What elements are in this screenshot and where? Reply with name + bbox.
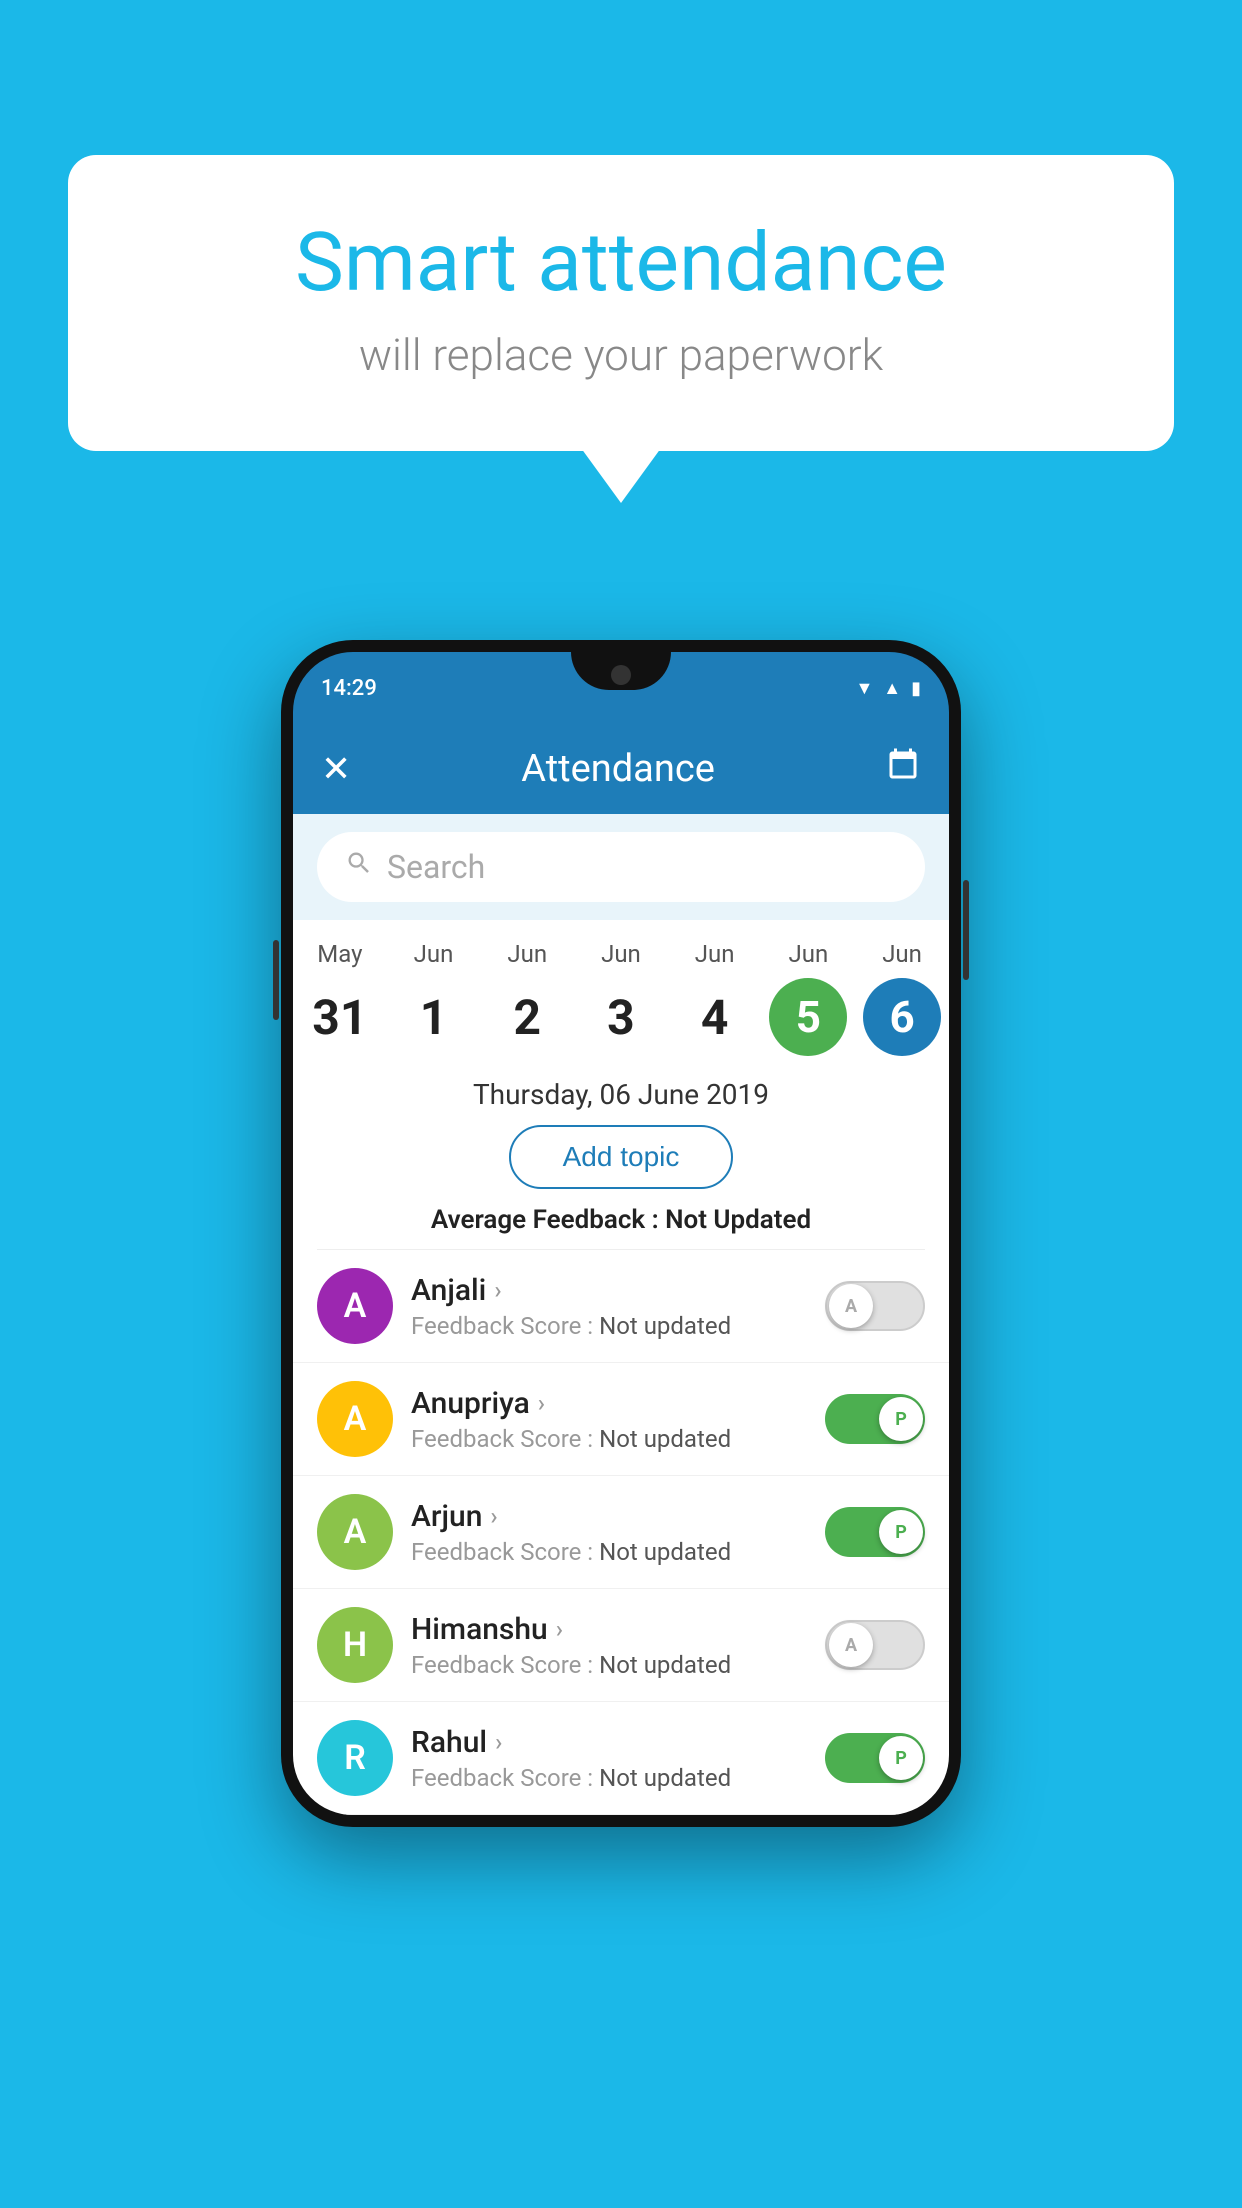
side-button-left	[273, 940, 279, 1020]
student-feedback: Feedback Score : Not updated	[411, 1538, 807, 1566]
student-avatar: A	[317, 1268, 393, 1344]
student-feedback: Feedback Score : Not updated	[411, 1312, 807, 1340]
date-month: Jun	[507, 940, 547, 968]
student-name: Arjun ›	[411, 1499, 807, 1534]
battery-icon: ▮	[911, 678, 921, 699]
date-number[interactable]: 3	[582, 978, 660, 1056]
toggle-knob: A	[829, 1623, 873, 1667]
attendance-toggle[interactable]: A	[825, 1281, 925, 1331]
date-number[interactable]: 4	[676, 978, 754, 1056]
date-item[interactable]: Jun 2	[483, 940, 571, 1056]
student-avatar: A	[317, 1381, 393, 1457]
attendance-toggle[interactable]: P	[825, 1733, 925, 1783]
date-number[interactable]: 6	[863, 978, 941, 1056]
search-bar[interactable]: Search	[317, 832, 925, 902]
chevron-right-icon: ›	[495, 1728, 502, 1756]
search-bar-container: Search	[293, 814, 949, 920]
chevron-right-icon: ›	[556, 1615, 563, 1643]
date-item[interactable]: May 31	[296, 940, 384, 1056]
student-info: Anjali › Feedback Score : Not updated	[411, 1273, 807, 1340]
signal-icon: ▲	[883, 678, 901, 699]
student-feedback: Feedback Score : Not updated	[411, 1764, 807, 1792]
wifi-icon: ▼	[855, 678, 873, 699]
avg-feedback: Average Feedback : Not Updated	[293, 1205, 949, 1249]
notch	[571, 652, 671, 690]
student-name: Anjali ›	[411, 1273, 807, 1308]
student-name: Anupriya ›	[411, 1386, 807, 1421]
date-item[interactable]: Jun 6	[858, 940, 946, 1056]
date-month: Jun	[414, 940, 454, 968]
student-info: Anupriya › Feedback Score : Not updated	[411, 1386, 807, 1453]
student-item[interactable]: H Himanshu › Feedback Score : Not updated A	[293, 1589, 949, 1702]
date-number[interactable]: 5	[769, 978, 847, 1056]
student-name: Himanshu ›	[411, 1612, 807, 1647]
search-input-placeholder: Search	[387, 848, 485, 886]
date-month: Jun	[601, 940, 641, 968]
attendance-toggle[interactable]: P	[825, 1394, 925, 1444]
student-name: Rahul ›	[411, 1725, 807, 1760]
student-item[interactable]: A Anupriya › Feedback Score : Not updated P	[293, 1363, 949, 1476]
toggle-knob: P	[879, 1736, 923, 1780]
student-avatar: H	[317, 1607, 393, 1683]
speech-bubble: Smart attendance will replace your paper…	[68, 155, 1174, 451]
student-info: Himanshu › Feedback Score : Not updated	[411, 1612, 807, 1679]
toggle-knob: A	[829, 1284, 873, 1328]
speech-bubble-container: Smart attendance will replace your paper…	[68, 155, 1174, 451]
chevron-right-icon: ›	[538, 1389, 545, 1417]
date-item[interactable]: Jun 5	[764, 940, 852, 1056]
bubble-subtitle: will replace your paperwork	[148, 329, 1094, 381]
chevron-right-icon: ›	[490, 1502, 497, 1530]
avg-feedback-prefix: Average Feedback :	[431, 1205, 665, 1235]
phone-frame: 14:29 ▼ ▲ ▮ ✕ Attendance	[281, 640, 961, 1827]
status-icons: ▼ ▲ ▮	[855, 678, 921, 699]
date-item[interactable]: Jun 3	[577, 940, 665, 1056]
date-month: Jun	[788, 940, 828, 968]
add-topic-button[interactable]: Add topic	[509, 1125, 734, 1189]
student-info: Rahul › Feedback Score : Not updated	[411, 1725, 807, 1792]
status-bar: 14:29 ▼ ▲ ▮	[293, 652, 949, 724]
student-list: AAnjali ›Feedback Score : Not updatedAAA…	[293, 1250, 949, 1815]
toggle-knob: P	[879, 1510, 923, 1554]
date-number[interactable]: 31	[301, 978, 379, 1056]
student-avatar: R	[317, 1720, 393, 1796]
student-item[interactable]: A Anjali › Feedback Score : Not updated A	[293, 1250, 949, 1363]
attendance-toggle[interactable]: A	[825, 1620, 925, 1670]
close-button[interactable]: ✕	[321, 748, 351, 790]
student-avatar: A	[317, 1494, 393, 1570]
side-button-right	[963, 880, 969, 980]
date-number[interactable]: 1	[395, 978, 473, 1056]
date-strip: May 31 Jun 1 Jun 2 Jun 3 Jun 4 Jun 5 Jun 6	[293, 920, 949, 1068]
search-icon	[345, 849, 373, 885]
phone-screen: Search May 31 Jun 1 Jun 2 Jun 3 Jun 4 Jun 5 Jun 6 Thu…	[293, 814, 949, 1815]
date-item[interactable]: Jun 1	[390, 940, 478, 1056]
avg-feedback-value: Not Updated	[665, 1205, 811, 1235]
camera	[611, 665, 631, 685]
chevron-right-icon: ›	[494, 1276, 501, 1304]
status-time: 14:29	[321, 676, 377, 701]
student-feedback: Feedback Score : Not updated	[411, 1425, 807, 1453]
student-info: Arjun › Feedback Score : Not updated	[411, 1499, 807, 1566]
student-item[interactable]: R Rahul › Feedback Score : Not updated P	[293, 1702, 949, 1815]
phone-mockup: 14:29 ▼ ▲ ▮ ✕ Attendance	[281, 640, 961, 1827]
date-month: Jun	[882, 940, 922, 968]
student-item[interactable]: A Arjun › Feedback Score : Not updated P	[293, 1476, 949, 1589]
date-number[interactable]: 2	[488, 978, 566, 1056]
calendar-icon[interactable]	[885, 747, 921, 791]
date-month: May	[317, 940, 362, 968]
toggle-knob: P	[879, 1397, 923, 1441]
selected-date-label: Thursday, 06 June 2019	[293, 1068, 949, 1125]
attendance-toggle[interactable]: P	[825, 1507, 925, 1557]
bubble-title: Smart attendance	[148, 215, 1094, 311]
date-month: Jun	[695, 940, 735, 968]
app-header: ✕ Attendance	[293, 724, 949, 814]
page-title: Attendance	[521, 747, 715, 791]
student-feedback: Feedback Score : Not updated	[411, 1651, 807, 1679]
date-item[interactable]: Jun 4	[671, 940, 759, 1056]
